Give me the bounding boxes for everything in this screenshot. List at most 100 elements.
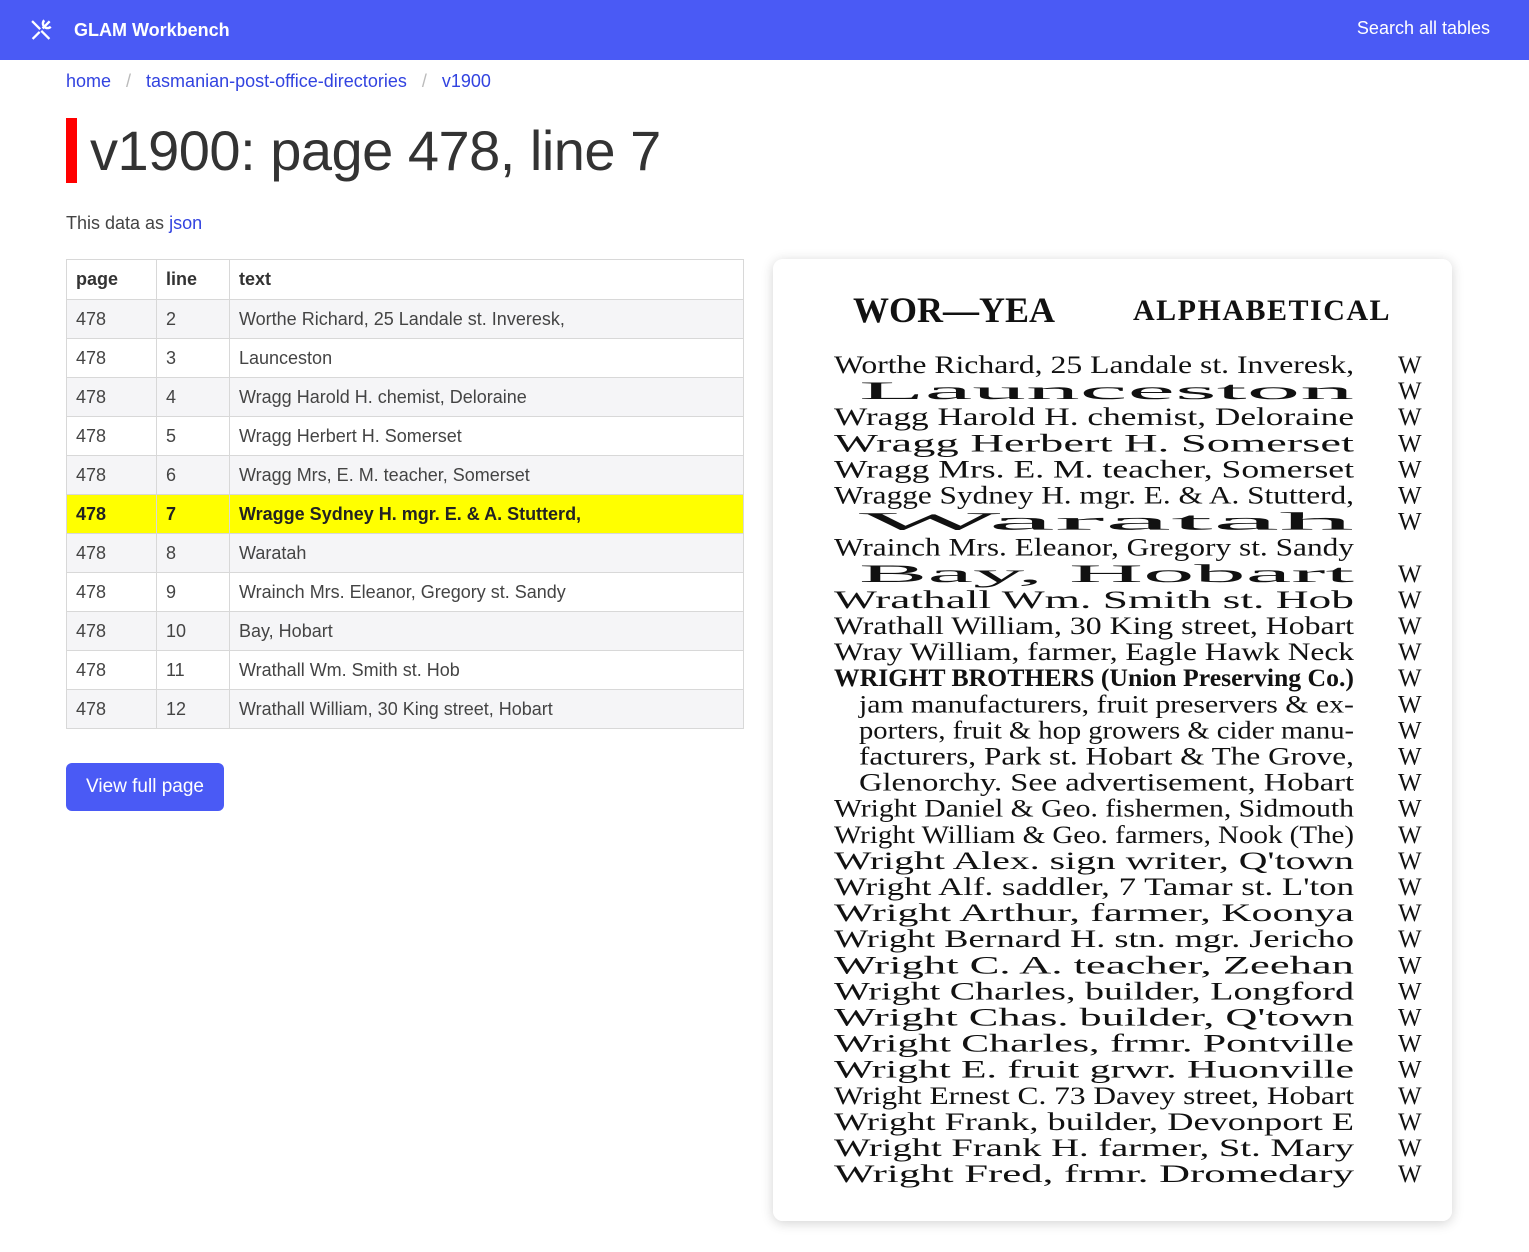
scan-line: jam manufacturers, fruit preservers & ex… [858, 691, 1354, 718]
table-body: 478 2 Worthe Richard, 25 Landale st. Inver… [66, 299, 744, 729]
scan-line: WRIGHT BROTHERS (Union Preserving Co.) [834, 665, 1354, 692]
scan-line: Launceston [859, 378, 1356, 405]
scan-line: Wragg Mrs. E. M. teacher, Somerset [834, 456, 1354, 483]
cell-text: Wragg Mrs, E. M. teacher, Somerset [229, 455, 744, 495]
scan-header-left: WOR—YEA [853, 290, 1055, 330]
cell-line: 2 [156, 299, 230, 339]
cell-page: 478 [66, 494, 157, 534]
scan-line: Wrainch Mrs. Eleanor, Gregory st. Sandy [834, 535, 1355, 562]
view-full-page-button[interactable]: View full page [66, 763, 224, 811]
table-row[interactable]: 478 5 Wragg Herbert H. Somerset [66, 416, 744, 456]
table-row[interactable]: 478 9 Wrainch Mrs. Eleanor, Gregory st. Sa… [66, 572, 744, 612]
cell-line: 10 [156, 611, 230, 651]
cell-line: 7 [156, 494, 230, 534]
cell-page: 478 [66, 611, 157, 651]
breadcrumb-database[interactable]: tasmanian-post-office-directories [146, 71, 407, 92]
scan-line: Wray William, farmer, Eagle Hawk Neck [834, 639, 1355, 666]
cell-text: Wragg Herbert H. Somerset [229, 416, 744, 456]
cell-page: 478 [66, 689, 157, 729]
scan-right-column-fragment: W [1398, 770, 1422, 797]
page-scan-image: WOR—YEA ALPHABETICAL Worthe Richard, 25 … [773, 259, 1452, 1221]
cell-text: Wragge Sydney H. mgr. E. & A. Stutterd, [229, 494, 744, 534]
page-title: v1900: page 478, line 7 [90, 118, 661, 182]
cell-text: Waratah [229, 533, 744, 573]
scan-line: Wright Daniel & Geo. fishermen, Sidmouth [834, 796, 1355, 823]
cell-line: 8 [156, 533, 230, 573]
rows-table: page line text 478 2 Worthe Richard, 25 La… [66, 259, 744, 729]
cell-page: 478 [66, 650, 157, 690]
scan-line: Wragg Harold H. chemist, Deloraine [834, 404, 1354, 431]
breadcrumb: home / tasmanian-post-office-directories… [66, 71, 491, 92]
table-row[interactable]: 478 8 Waratah [66, 533, 744, 573]
table-row[interactable]: 478 4 Wragg Harold H. chemist, Deloraine [66, 377, 744, 417]
cell-line: 11 [156, 650, 230, 690]
cell-page: 478 [66, 416, 157, 456]
scan-line: Wragge Sydney H. mgr. E. & A. Stutterd, [834, 483, 1354, 510]
cell-line: 12 [156, 689, 230, 729]
table-row[interactable]: 478 12 Wrathall William, 30 King street, H… [66, 689, 744, 729]
column-header-line[interactable]: line [156, 259, 230, 300]
scan-right-column-fragment: W [1398, 561, 1422, 588]
scan-line: Wragg Herbert H. Somerset [834, 430, 1354, 457]
breadcrumb-home[interactable]: home [66, 71, 111, 92]
title-accent-bar [66, 117, 77, 183]
column-header-page[interactable]: page [66, 259, 157, 300]
cell-text: Wrainch Mrs. Eleanor, Gregory st. Sandy [229, 572, 744, 612]
cell-text: Launceston [229, 338, 744, 378]
table-row[interactable]: 478 7 Wragge Sydney H. mgr. E. & A. Stutte… [66, 494, 744, 534]
scan-line: porters, fruit & hop growers & cider man… [859, 717, 1354, 744]
cell-text: Bay, Hobart [229, 611, 744, 651]
page-scan-card: WOR—YEA ALPHABETICAL Worthe Richard, 25 … [773, 259, 1452, 1221]
scan-right-column-fragment: W [1398, 717, 1422, 744]
scan-line: Wright Charles, builder, Longford [834, 978, 1355, 1005]
scan-right-column-fragment: W [1398, 978, 1422, 1005]
scan-right-column-fragment: W [1398, 900, 1422, 927]
scan-right-column-fragment: W [1398, 744, 1422, 771]
scan-line: Wright Frank H. farmer, St. Mary [834, 1135, 1355, 1162]
scan-right-column-fragment: W [1398, 1031, 1422, 1058]
cell-page: 478 [66, 572, 157, 612]
scan-line: Wright Frank, builder, Devonport E [834, 1109, 1354, 1136]
scan-right-column-fragment: W [1398, 1135, 1422, 1162]
scan-line: Waratah [859, 509, 1357, 536]
scan-line: Wright E. fruit grwr. Huonville [834, 1057, 1354, 1084]
scan-line: Wright Chas. builder, Q'town [834, 1005, 1355, 1032]
json-link[interactable]: json [169, 213, 202, 233]
search-all-tables-link[interactable]: Search all tables [1357, 18, 1490, 39]
scan-right-column-fragment: W [1398, 456, 1422, 483]
scan-line: Wrathall William, 30 King street, Hobart [834, 613, 1354, 640]
cell-page: 478 [66, 299, 157, 339]
table-row[interactable]: 478 6 Wragg Mrs, E. M. teacher, Somerset [66, 455, 744, 495]
scan-right-column-fragment: W [1398, 613, 1422, 640]
table-header-row: page line text [66, 259, 744, 300]
scan-header-right: ALPHABETICAL [1133, 294, 1391, 327]
scan-right-column-fragment: W [1398, 796, 1422, 823]
scan-right-column-fragment: W [1398, 1057, 1422, 1084]
scan-right-column-fragment: W [1398, 848, 1422, 875]
cell-line: 9 [156, 572, 230, 612]
table-row[interactable]: 478 2 Worthe Richard, 25 Landale st. Inver… [66, 299, 744, 339]
scan-right-column-fragment: W [1398, 874, 1422, 901]
cell-line: 3 [156, 338, 230, 378]
breadcrumb-table[interactable]: v1900 [442, 71, 491, 92]
column-header-text[interactable]: text [229, 259, 744, 300]
scan-right-column-fragment: W [1398, 1109, 1422, 1136]
scan-right-column-fragment: W [1398, 691, 1422, 718]
brand[interactable]: GLAM Workbench [28, 15, 230, 45]
page-header: v1900: page 478, line 7 [66, 117, 661, 183]
scan-line: Bay, Hobart [859, 561, 1354, 588]
scan-line: Wright Charles, frmr. Pontville [834, 1031, 1354, 1058]
scan-line: Glenorchy. See advertisement, Hobart [859, 770, 1354, 797]
scan-line: Wright Arthur, farmer, Koonya [834, 900, 1354, 927]
scan-line: Wright Alex. sign writer, Q'town [834, 848, 1355, 875]
scan-line: Wright William & Geo. farmers, Nook (The… [834, 822, 1354, 849]
scan-right-column-fragment: W [1398, 639, 1422, 666]
scan-right-column-fragment: W [1398, 352, 1422, 379]
scan-right-column-fragment: W [1398, 404, 1422, 431]
scan-line: Worthe Richard, 25 Landale st. Inveresk, [834, 352, 1354, 379]
cell-text: Wrathall Wm. Smith st. Hob [229, 650, 744, 690]
table-row[interactable]: 478 3 Launceston [66, 338, 744, 378]
table-row[interactable]: 478 10 Bay, Hobart [66, 611, 744, 651]
data-format-line: This data as json [66, 213, 202, 234]
table-row[interactable]: 478 11 Wrathall Wm. Smith st. Hob [66, 650, 744, 690]
